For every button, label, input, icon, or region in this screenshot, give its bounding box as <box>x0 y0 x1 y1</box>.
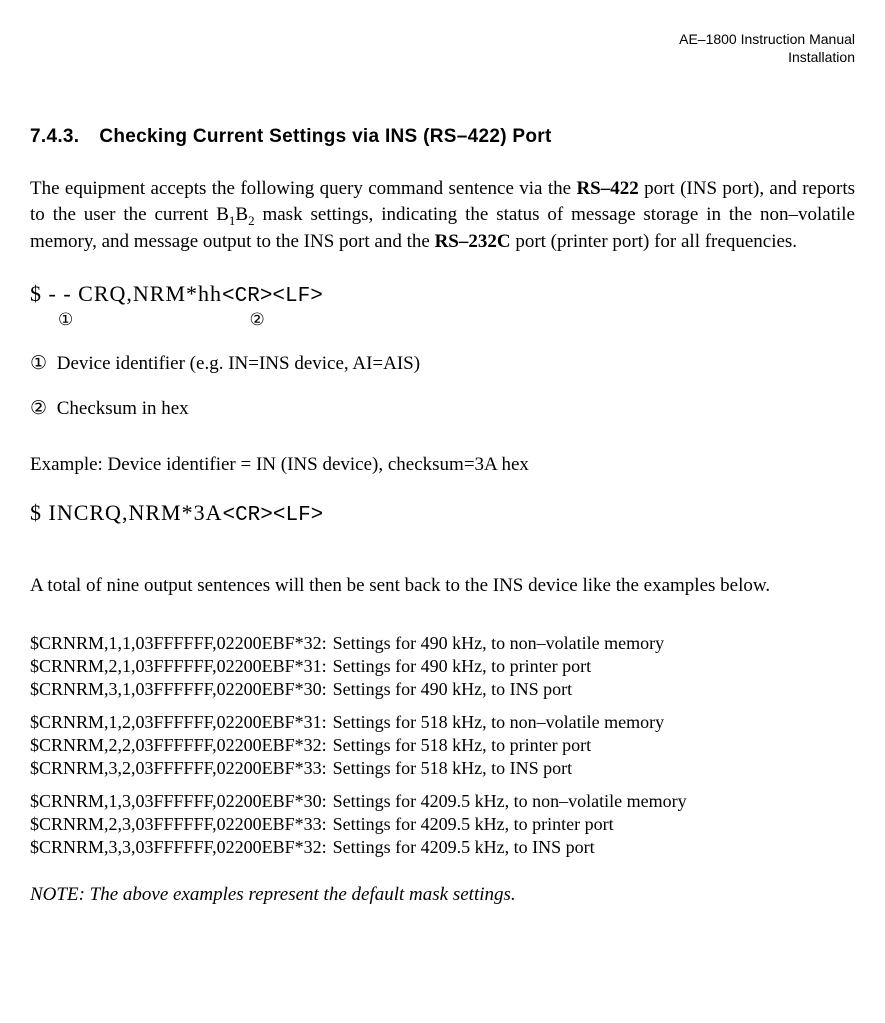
command-example-terminator: <CR><LF> <box>222 504 323 527</box>
table-row: $CRNRM,2,2,03FFFFFF,02200EBF*32:Settings… <box>30 735 693 758</box>
settings-desc: Settings for 490 kHz, to printer port <box>333 656 693 679</box>
command-text: $ - - CRQ,NRM*hh <box>30 281 222 306</box>
definition-2: ② Checksum in hex <box>30 397 855 420</box>
section-number: 7.4.3. <box>30 126 79 147</box>
settings-code: $CRNRM,2,3,03FFFFFF,02200EBF*33: <box>30 814 333 837</box>
settings-desc: Settings for 4209.5 kHz, to non–volatile… <box>333 781 693 814</box>
settings-code: $CRNRM,1,3,03FFFFFF,02200EBF*30: <box>30 781 333 814</box>
settings-code: $CRNRM,3,2,03FFFFFF,02200EBF*33: <box>30 758 333 781</box>
definition-1-text: Device identifier (e.g. IN=INS device, A… <box>57 353 420 374</box>
settings-code: $CRNRM,1,1,03FFFFFF,02200EBF*32: <box>30 633 333 656</box>
settings-desc: Settings for 4209.5 kHz, to printer port <box>333 814 693 837</box>
header-subtitle: Installation <box>30 48 855 66</box>
command-template: $ - - CRQ,NRM*hh<CR><LF> <box>30 281 855 308</box>
settings-code: $CRNRM,2,2,03FFFFFF,02200EBF*32: <box>30 735 333 758</box>
table-row: $CRNRM,3,3,03FFFFFF,02200EBF*32:Settings… <box>30 837 693 860</box>
settings-code: $CRNRM,3,1,03FFFFFF,02200EBF*30: <box>30 679 333 702</box>
command-example-text: $ INCRQ,NRM*3A <box>30 500 222 525</box>
marker-1: ① <box>58 310 73 330</box>
table-row: $CRNRM,3,2,03FFFFFF,02200EBF*33:Settings… <box>30 758 693 781</box>
marker-2: ② <box>250 310 265 330</box>
table-row: $CRNRM,1,2,03FFFFFF,02200EBF*31:Settings… <box>30 702 693 735</box>
settings-code: $CRNRM,3,3,03FFFFFF,02200EBF*32: <box>30 837 333 860</box>
command-example: $ INCRQ,NRM*3A<CR><LF> <box>30 500 855 527</box>
table-row: $CRNRM,1,1,03FFFFFF,02200EBF*32:Settings… <box>30 633 693 656</box>
page-header: AE–1800 Instruction Manual Installation <box>30 30 855 66</box>
header-title: AE–1800 Instruction Manual <box>30 30 855 48</box>
output-intro: A total of nine output sentences will th… <box>30 573 855 599</box>
page-container: AE–1800 Instruction Manual Installation … <box>0 0 885 946</box>
section-title: Checking Current Settings via INS (RS–42… <box>99 126 551 147</box>
definition-1-marker: ① <box>30 352 52 375</box>
settings-desc: Settings for 518 kHz, to non–volatile me… <box>333 702 693 735</box>
intro-paragraph: The equipment accepts the following quer… <box>30 176 855 255</box>
note-line: NOTE: The above examples represent the d… <box>30 884 855 906</box>
table-row: $CRNRM,2,3,03FFFFFF,02200EBF*33:Settings… <box>30 814 693 837</box>
command-terminator: <CR><LF> <box>222 285 323 308</box>
settings-desc: Settings for 490 kHz, to INS port <box>333 679 693 702</box>
table-row: $CRNRM,2,1,03FFFFFF,02200EBF*31:Settings… <box>30 656 693 679</box>
section-heading: 7.4.3. Checking Current Settings via INS … <box>30 126 855 148</box>
definition-1: ① Device identifier (e.g. IN=INS device,… <box>30 352 855 375</box>
marker-row: ① ② <box>30 310 855 330</box>
definition-2-text: Checksum in hex <box>57 398 189 419</box>
settings-code: $CRNRM,1,2,03FFFFFF,02200EBF*31: <box>30 702 333 735</box>
settings-desc: Settings for 518 kHz, to INS port <box>333 758 693 781</box>
settings-desc: Settings for 490 kHz, to non–volatile me… <box>333 633 693 656</box>
table-row: $CRNRM,1,3,03FFFFFF,02200EBF*30:Settings… <box>30 781 693 814</box>
definition-2-marker: ② <box>30 397 52 420</box>
settings-desc: Settings for 4209.5 kHz, to INS port <box>333 837 693 860</box>
settings-code: $CRNRM,2,1,03FFFFFF,02200EBF*31: <box>30 656 333 679</box>
example-intro: Example: Device identifier = IN (INS dev… <box>30 454 855 476</box>
settings-table: $CRNRM,1,1,03FFFFFF,02200EBF*32:Settings… <box>30 633 693 860</box>
settings-desc: Settings for 518 kHz, to printer port <box>333 735 693 758</box>
table-row: $CRNRM,3,1,03FFFFFF,02200EBF*30:Settings… <box>30 679 693 702</box>
